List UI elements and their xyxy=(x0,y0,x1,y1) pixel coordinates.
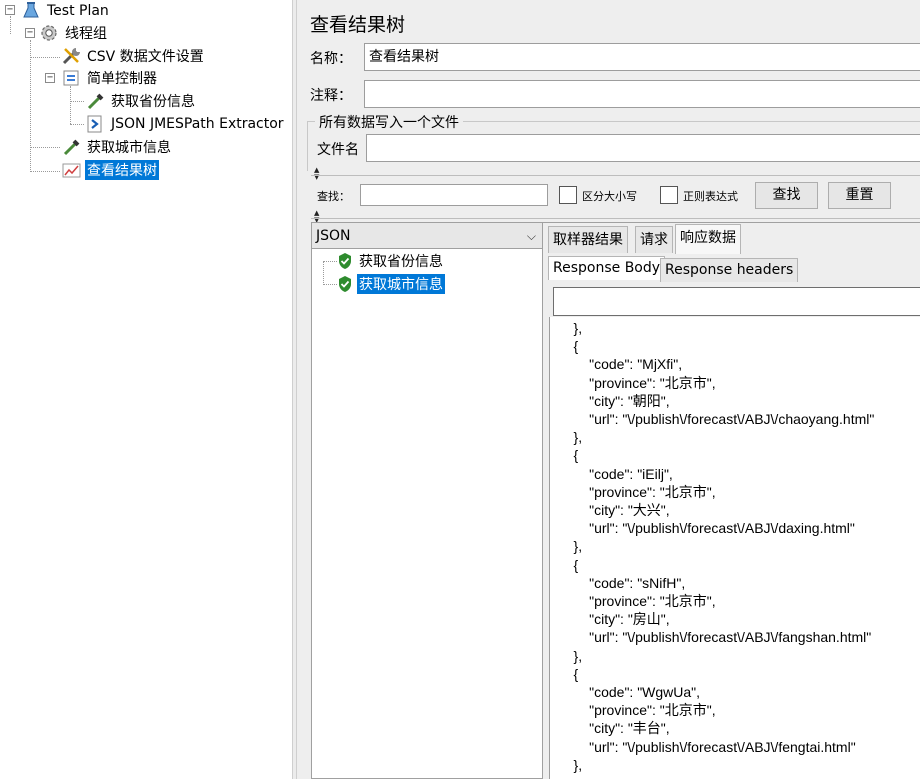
result-item[interactable]: 获取城市信息 xyxy=(337,273,445,295)
find-button[interactable]: 查找 xyxy=(755,182,818,209)
tree-node-csv-config[interactable]: CSV 数据文件设置 xyxy=(62,45,206,67)
tree-connector xyxy=(323,261,324,285)
name-field[interactable]: 查看结果树 xyxy=(364,43,920,71)
tree-node-json-extractor[interactable]: JSON JMESPath Extractor xyxy=(86,113,286,135)
success-shield-icon xyxy=(339,276,351,292)
tree-node-simple-controller[interactable]: 简单控制器 xyxy=(62,67,159,89)
write-to-file-group-title: 所有数据写入一个文件 xyxy=(315,112,463,132)
gear-icon xyxy=(40,24,58,42)
tree-node-label: 查看结果树 xyxy=(85,160,159,180)
tree-connector xyxy=(70,101,84,102)
tree-node-thread-group[interactable]: 线程组 xyxy=(40,22,109,44)
controller-icon xyxy=(62,69,80,87)
tree-node-label: 获取省份信息 xyxy=(111,94,195,110)
response-body-search-input[interactable] xyxy=(553,287,920,316)
renderer-select[interactable]: JSON ⌵ xyxy=(312,223,542,249)
wrench-icon xyxy=(62,47,80,65)
divider xyxy=(311,175,920,176)
response-body-view[interactable]: }, { "code": "MjXfi", "province": "北京市",… xyxy=(549,317,920,779)
collapse-toggle[interactable]: − xyxy=(45,73,55,83)
view-results-tree-panel: 查看结果树 名称： 查看结果树 注释： 所有数据写入一个文件 文件名 ▲ ▼ 查找… xyxy=(297,0,920,779)
result-item-label: 获取省份信息 xyxy=(359,254,443,270)
tree-node-label: 线程组 xyxy=(65,26,107,42)
tree-connector xyxy=(30,40,31,172)
search-input[interactable] xyxy=(360,184,548,206)
search-label: 查找： xyxy=(317,190,350,203)
tree-node-label: 简单控制器 xyxy=(87,71,157,87)
tree-node-get-city[interactable]: 获取城市信息 xyxy=(62,136,173,158)
filename-label: 文件名 xyxy=(317,142,359,158)
regex-label: 正则表达式 xyxy=(683,190,738,203)
collapse-divider-arrows[interactable]: ▲ ▼ xyxy=(314,167,319,181)
tree-node-label: Test Plan xyxy=(47,3,109,19)
tree-connector xyxy=(30,57,60,58)
tab-request[interactable]: 请求 xyxy=(635,226,673,253)
chevron-down-icon: ⌵ xyxy=(526,229,536,243)
panel-title: 查看结果树 xyxy=(310,14,406,36)
tree-node-test-plan[interactable]: Test Plan xyxy=(22,0,111,22)
results-graph-icon xyxy=(62,161,81,179)
subtab-response-headers[interactable]: Response headers xyxy=(660,258,799,282)
reset-button[interactable]: 重置 xyxy=(828,182,891,209)
case-sensitive-checkbox[interactable] xyxy=(559,186,577,204)
tab-response-data[interactable]: 响应数据 xyxy=(675,224,741,254)
tree-node-label: JSON JMESPath Extractor xyxy=(111,116,284,132)
flask-icon xyxy=(22,2,40,20)
tree-node-get-province[interactable]: 获取省份信息 xyxy=(86,90,197,112)
renderer-select-value: JSON xyxy=(316,228,351,244)
comment-field[interactable] xyxy=(364,80,920,108)
tree-connector xyxy=(30,171,60,172)
tree-node-label: 获取城市信息 xyxy=(87,140,171,156)
extractor-icon xyxy=(86,115,104,133)
tree-connector xyxy=(30,147,60,148)
test-plan-tree[interactable]: − Test Plan − 线程组 CSV 数据文件设置 − 简单控制器 获取省… xyxy=(0,0,292,779)
tree-connector xyxy=(70,124,84,125)
regex-checkbox[interactable] xyxy=(660,186,678,204)
tree-node-view-results-tree[interactable]: 查看结果树 xyxy=(62,159,159,181)
tree-connector xyxy=(10,16,11,34)
name-label: 名称： xyxy=(310,51,352,67)
case-sensitive-label: 区分大小写 xyxy=(582,190,637,203)
sampler-pipette-icon xyxy=(86,92,104,110)
divider xyxy=(311,218,920,219)
result-item[interactable]: 获取省份信息 xyxy=(337,250,445,272)
result-item-label: 获取城市信息 xyxy=(357,274,445,294)
comment-label: 注释： xyxy=(310,88,352,104)
response-body-text: }, { "code": "MjXfi", "province": "北京市",… xyxy=(573,320,875,773)
collapse-toggle[interactable]: − xyxy=(5,5,15,15)
sample-result-tree[interactable]: JSON ⌵ 获取省份信息 获取城市信息 xyxy=(311,222,543,779)
tree-connector xyxy=(323,261,337,262)
tree-connector xyxy=(70,86,71,124)
tab-sampler-result[interactable]: 取样器结果 xyxy=(548,226,628,253)
collapse-toggle[interactable]: − xyxy=(25,28,35,38)
sampler-pipette-icon xyxy=(62,138,80,156)
filename-field[interactable] xyxy=(366,134,920,162)
success-shield-icon xyxy=(339,253,351,269)
subtab-response-body[interactable]: Response Body xyxy=(548,256,666,280)
tree-node-label: CSV 数据文件设置 xyxy=(87,49,204,65)
tree-connector xyxy=(323,284,337,285)
